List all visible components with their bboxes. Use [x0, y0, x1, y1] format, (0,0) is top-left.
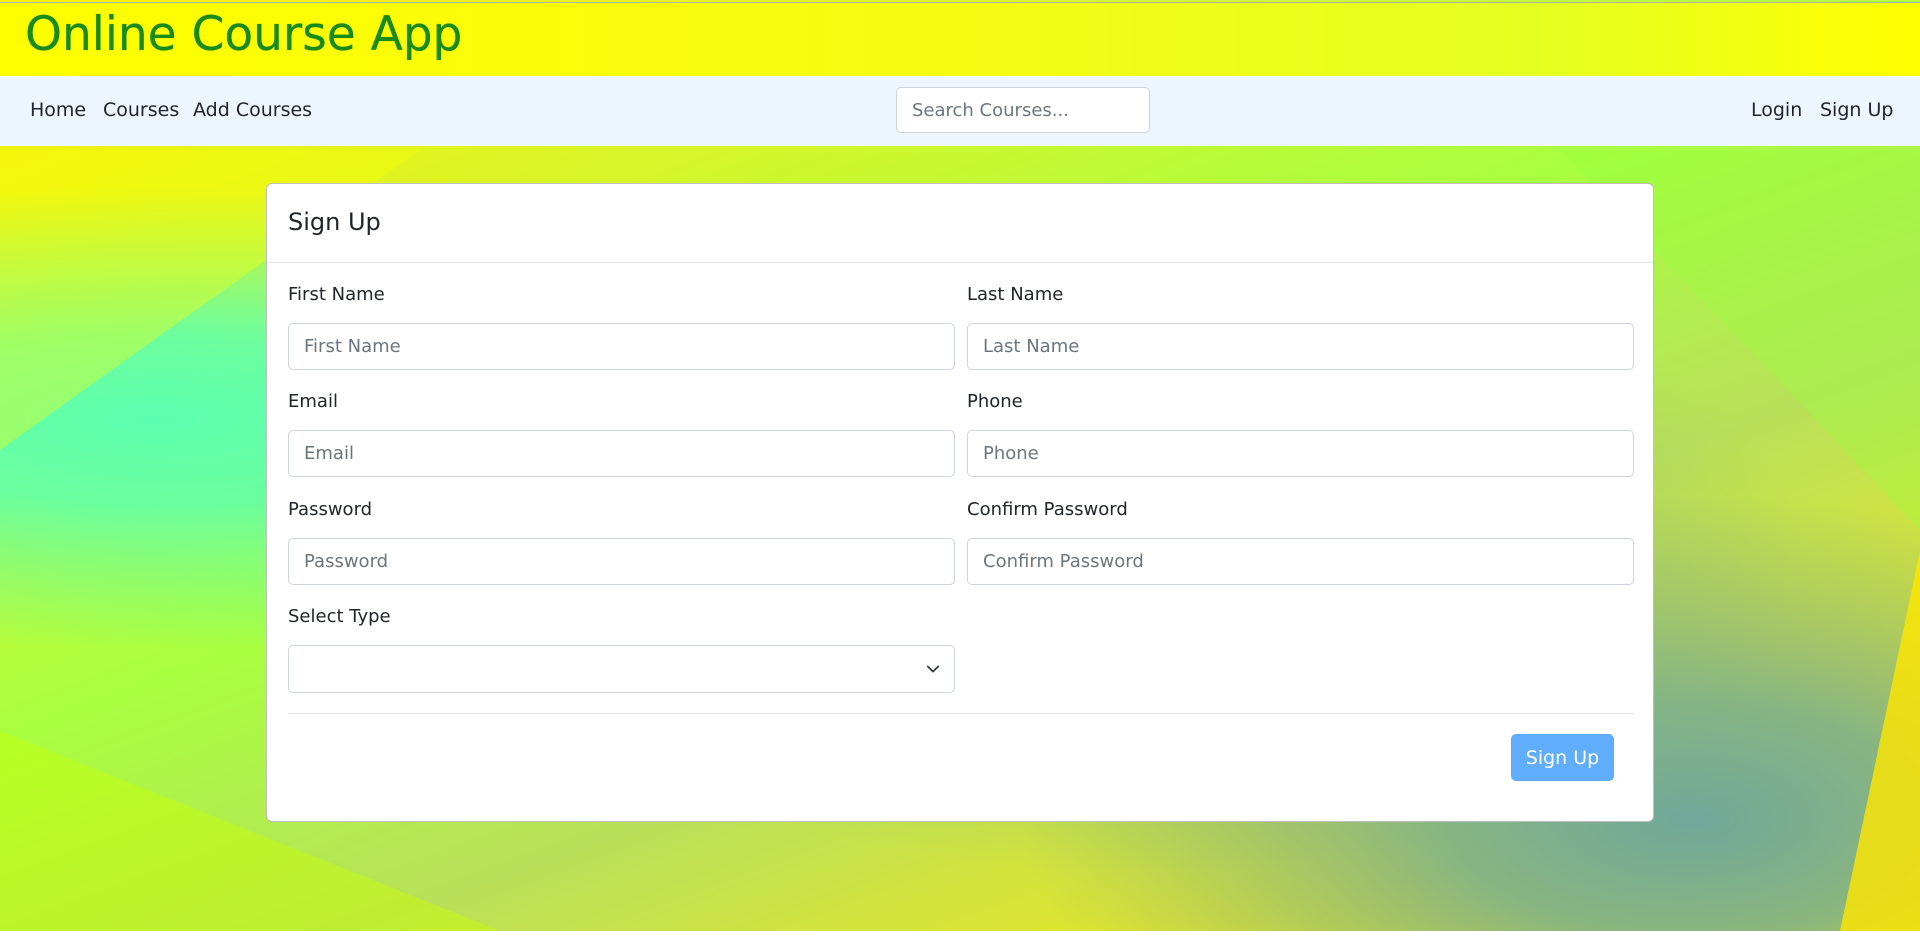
search-courses-input[interactable]: [896, 87, 1150, 133]
form-title: Sign Up: [288, 208, 381, 236]
nav-courses-link[interactable]: Courses: [103, 99, 179, 121]
confirm-password-field[interactable]: [967, 538, 1634, 585]
email-field[interactable]: [288, 430, 955, 477]
phone-label: Phone: [967, 391, 1023, 412]
password-label: Password: [288, 499, 373, 520]
phone-field[interactable]: [967, 430, 1634, 477]
navbar: Home Courses Add Courses Login Sign Up: [0, 76, 1920, 146]
first-name-label: First Name: [288, 284, 385, 305]
chevron-down-icon: [926, 665, 940, 673]
select-type-dropdown[interactable]: [288, 645, 955, 693]
last-name-field[interactable]: [967, 323, 1634, 370]
first-name-field[interactable]: [288, 323, 955, 370]
nav-home-link[interactable]: Home: [30, 99, 86, 121]
select-type-label: Select Type: [288, 606, 391, 627]
app-title: Online Course App: [25, 7, 463, 62]
background-facet: [1840, 551, 1920, 931]
sign-up-submit-button[interactable]: Sign Up: [1511, 734, 1614, 781]
nav-login-link[interactable]: Login: [1751, 99, 1802, 121]
app-header: Online Course App: [0, 2, 1920, 77]
email-label: Email: [288, 391, 338, 412]
sign-up-card: Sign Up First Name Last Name Email Phone…: [266, 183, 1654, 822]
last-name-label: Last Name: [967, 284, 1064, 305]
confirm-password-label: Confirm Password: [967, 499, 1128, 520]
card-header: Sign Up: [267, 184, 1653, 263]
password-field[interactable]: [288, 538, 955, 585]
nav-add-courses-link[interactable]: Add Courses: [193, 99, 312, 121]
form-divider: [288, 713, 1634, 714]
nav-sign-up-link[interactable]: Sign Up: [1820, 99, 1893, 121]
